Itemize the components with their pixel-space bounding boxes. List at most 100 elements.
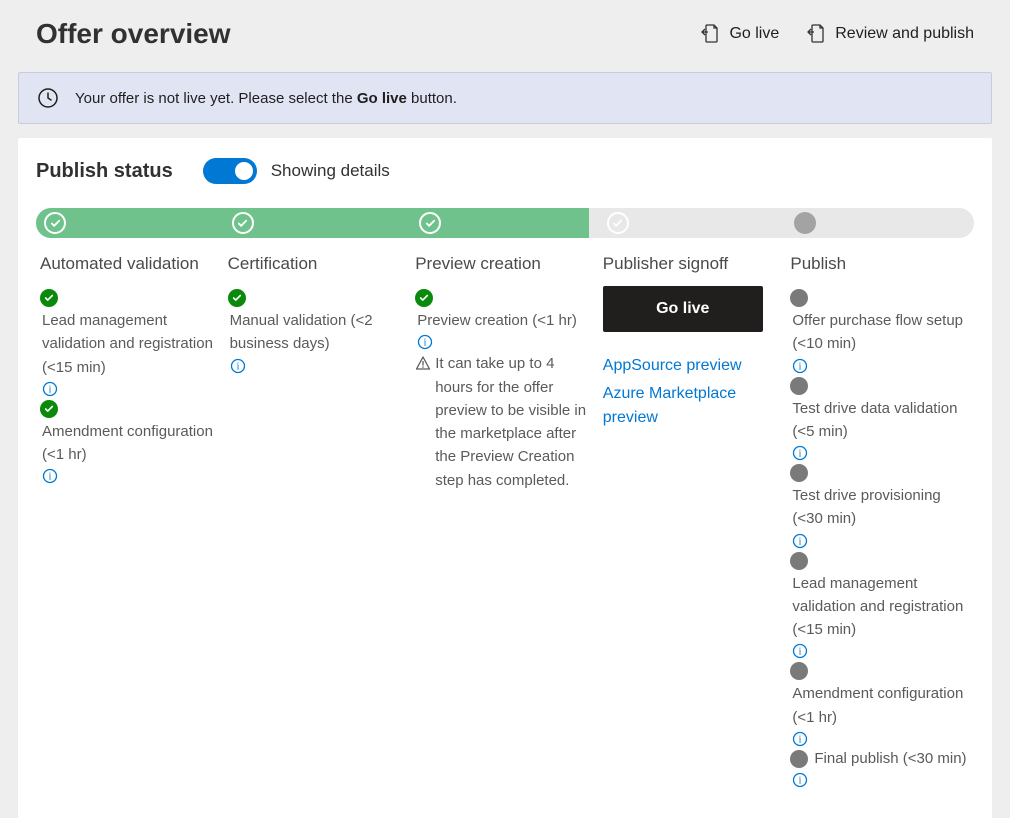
task-amendment-config: Amendment configuration (<1 hr) i: [40, 397, 218, 485]
azure-marketplace-preview-link[interactable]: Azure Marketplace preview: [603, 382, 781, 430]
svg-text:i: i: [49, 472, 52, 483]
pending-icon: [790, 552, 808, 570]
svg-text:i: i: [799, 647, 802, 658]
review-publish-label: Review and publish: [835, 25, 974, 43]
pending-icon: [790, 750, 808, 768]
stage-title: Publisher signoff: [603, 254, 781, 274]
details-toggle[interactable]: [203, 158, 257, 184]
stage-title: Certification: [228, 254, 406, 274]
publish-icon: [701, 24, 719, 44]
details-toggle-label: Showing details: [271, 161, 390, 181]
check-icon: [607, 212, 629, 234]
banner-text: Your offer is not live yet. Please selec…: [75, 90, 457, 107]
task-lead-management: Lead management validation and registrat…: [40, 286, 218, 397]
preview-note: It can take up to 4 hours for the offer …: [415, 352, 593, 492]
content-panel: Publish status Showing details: [18, 138, 992, 818]
stage-title: Publish: [790, 254, 968, 274]
info-icon[interactable]: i: [42, 381, 58, 397]
svg-text:i: i: [799, 776, 802, 787]
info-banner: Your offer is not live yet. Please selec…: [18, 72, 992, 124]
stage-title: Automated validation: [40, 254, 218, 274]
warning-icon: [415, 355, 431, 492]
check-icon: [415, 289, 433, 307]
svg-text:i: i: [799, 449, 802, 460]
task-amendment-pub: Amendment configuration (<1 hr) i: [790, 659, 968, 747]
task-preview-creation: Preview creation (<1 hr) i: [415, 286, 593, 350]
stop-publish: [786, 208, 974, 238]
progress-stops: [36, 208, 974, 238]
task-offer-purchase: Offer purchase flow setup (<10 min) i: [790, 286, 968, 374]
info-icon[interactable]: i: [42, 468, 58, 484]
check-icon: [228, 289, 246, 307]
go-live-label: Go live: [729, 25, 779, 43]
status-header: Publish status Showing details: [32, 158, 978, 184]
svg-text:i: i: [799, 734, 802, 745]
pending-icon: [790, 464, 808, 482]
stage-automated: Automated validation Lead management val…: [36, 250, 224, 788]
task-label: Test drive data validation (<5 min): [790, 397, 968, 444]
svg-text:i: i: [236, 361, 239, 372]
info-icon[interactable]: i: [792, 643, 808, 659]
stage-title: Preview creation: [415, 254, 593, 274]
publish-icon: [807, 24, 825, 44]
stages: Automated validation Lead management val…: [36, 250, 974, 788]
task-test-drive-data: Test drive data validation (<5 min) i: [790, 374, 968, 462]
stop-signoff: [599, 208, 787, 238]
pending-icon: [794, 212, 816, 234]
banner-text-pre: Your offer is not live yet. Please selec…: [75, 90, 357, 107]
info-icon[interactable]: i: [792, 731, 808, 747]
toggle-knob: [235, 162, 253, 180]
stage-signoff: Publisher signoff Go live AppSource prev…: [599, 250, 787, 788]
check-icon: [40, 289, 58, 307]
check-icon: [419, 212, 441, 234]
info-icon[interactable]: i: [792, 772, 808, 788]
note-text: It can take up to 4 hours for the offer …: [435, 352, 593, 492]
header-actions: Go live Review and publish: [701, 24, 974, 44]
task-label: Manual validation (<2 business days): [228, 309, 406, 356]
task-test-drive-prov: Test drive provisioning (<30 min) i: [790, 461, 968, 549]
status-heading: Publish status: [36, 160, 173, 183]
task-label: Lead management validation and registrat…: [790, 572, 968, 642]
check-icon: [44, 212, 66, 234]
task-label: Preview creation (<1 hr): [415, 309, 577, 332]
banner-text-post: button.: [407, 90, 457, 107]
task-label: Offer purchase flow setup (<10 min): [790, 309, 968, 356]
check-icon: [40, 400, 58, 418]
pending-icon: [790, 289, 808, 307]
stop-automated: [36, 208, 224, 238]
info-icon[interactable]: i: [792, 445, 808, 461]
task-final-publish: Final publish (<30 min) i: [790, 747, 968, 788]
review-publish-action[interactable]: Review and publish: [807, 24, 974, 44]
go-live-button[interactable]: Go live: [603, 286, 763, 332]
stage-publish: Publish Offer purchase flow setup (<10 m…: [786, 250, 974, 788]
task-manual-validation: Manual validation (<2 business days) i: [228, 286, 406, 374]
progress-bar: [36, 208, 974, 238]
appsource-preview-link[interactable]: AppSource preview: [603, 354, 781, 378]
svg-text:i: i: [424, 338, 427, 349]
page-title: Offer overview: [36, 18, 701, 50]
stop-preview: [411, 208, 599, 238]
info-icon[interactable]: i: [230, 358, 246, 374]
task-lead-management-pub: Lead management validation and registrat…: [790, 549, 968, 660]
pending-icon: [790, 377, 808, 395]
svg-text:i: i: [49, 384, 52, 395]
stage-certification: Certification Manual validation (<2 busi…: [224, 250, 412, 788]
details-toggle-group: Showing details: [203, 158, 390, 184]
info-icon[interactable]: i: [417, 334, 433, 350]
task-label: Final publish (<30 min): [812, 747, 966, 770]
page-header: Offer overview Go live: [0, 0, 1010, 72]
task-label: Amendment configuration (<1 hr): [790, 682, 968, 729]
check-icon: [232, 212, 254, 234]
stage-preview: Preview creation Preview creation (<1 hr…: [411, 250, 599, 788]
clock-icon: [37, 87, 59, 109]
pending-icon: [790, 662, 808, 680]
task-label: Lead management validation and registrat…: [40, 309, 218, 379]
go-live-action[interactable]: Go live: [701, 24, 779, 44]
banner-text-bold: Go live: [357, 90, 407, 107]
task-label: Amendment configuration (<1 hr): [40, 420, 218, 467]
svg-text:i: i: [799, 536, 802, 547]
info-icon[interactable]: i: [792, 358, 808, 374]
info-icon[interactable]: i: [792, 533, 808, 549]
stop-certification: [224, 208, 412, 238]
svg-text:i: i: [799, 361, 802, 372]
